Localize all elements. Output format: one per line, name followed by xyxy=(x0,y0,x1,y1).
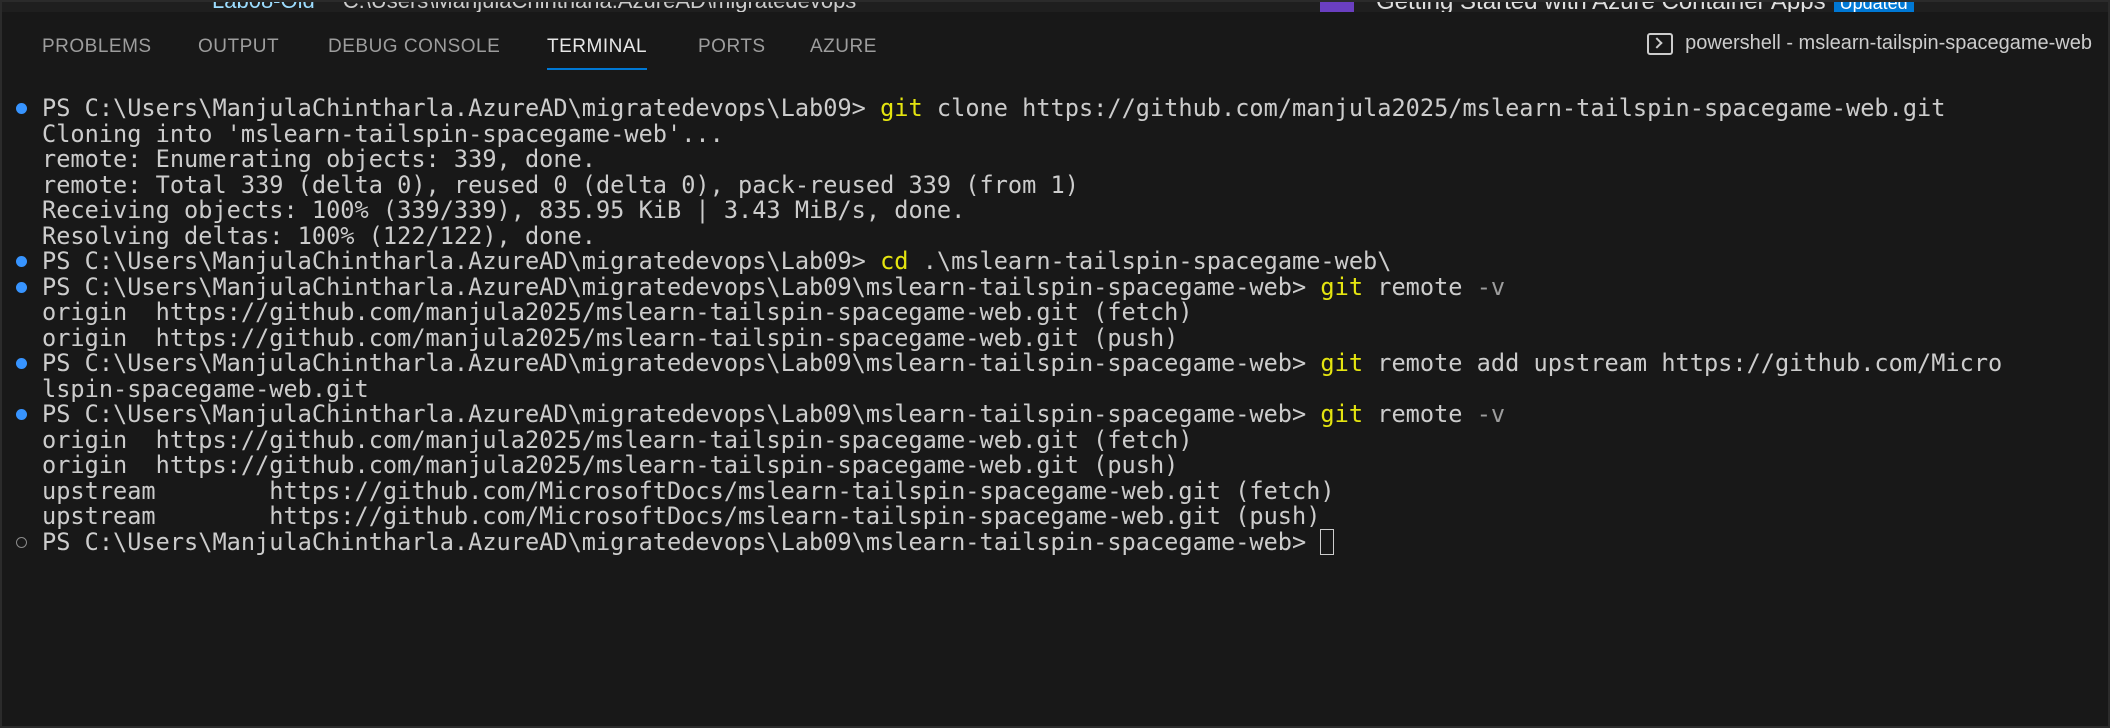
terminal-prompt-line: PS C:\Users\ManjulaChintharla.AzureAD\mi… xyxy=(2,94,2108,122)
command-flag: -v xyxy=(1476,272,1506,301)
terminal-output-line: origin https://github.com/manjula2025/ms… xyxy=(2,451,2108,479)
command-args: remote xyxy=(1363,272,1477,301)
terminal-output-line: remote: Enumerating objects: 339, done. xyxy=(2,145,2108,173)
panel-tab-bar: PROBLEMS OUTPUT DEBUG CONSOLE TERMINAL P… xyxy=(2,12,2108,96)
output-text: remote: Total 339 (delta 0), reused 0 (d… xyxy=(42,170,1079,199)
output-text: lspin-spacegame-web.git xyxy=(42,374,369,403)
vscode-panel-window: Lab08-Old C:\Users\ManjulaChintharla.Azur… xyxy=(0,0,2110,728)
tab-azure[interactable]: AZURE xyxy=(810,36,877,58)
output-text: origin https://github.com/manjula2025/ms… xyxy=(42,451,1179,479)
command-success-decoration-icon[interactable] xyxy=(16,358,27,369)
command-args: remote xyxy=(1363,400,1477,428)
terminal-output-line: origin https://github.com/manjula2025/ms… xyxy=(2,323,2108,352)
terminal-instance-selector[interactable]: powershell - mslearn-tailspin-spacegame-… xyxy=(1647,32,2092,55)
terminal-output-line: origin https://github.com/manjula2025/ms… xyxy=(2,298,2108,326)
terminal-prompt-line: PS C:\Users\ManjulaChintharla.AzureAD\mi… xyxy=(2,527,2108,556)
output-text: upstream https://github.com/MicrosoftDoc… xyxy=(42,502,1321,530)
prompt-text: PS C:\Users\ManjulaChintharla.AzureAD\mi… xyxy=(42,349,1321,377)
terminal-output-line: remote: Total 339 (delta 0), reused 0 (d… xyxy=(2,170,2108,199)
output-text: origin https://github.com/manjula2025/ms… xyxy=(42,425,1193,454)
tab-debug-console[interactable]: DEBUG CONSOLE xyxy=(328,36,500,58)
folder-path: C:\Users\ManjulaChintharla.AzureAD\migra… xyxy=(343,2,857,12)
prompt-text: PS C:\Users\ManjulaChintharla.AzureAD\mi… xyxy=(42,247,881,275)
tab-terminal[interactable]: TERMINAL xyxy=(547,36,648,70)
terminal-prompt-line: PS C:\Users\ManjulaChintharla.AzureAD\mi… xyxy=(2,400,2108,428)
terminal-prompt-line: PS C:\Users\ManjulaChintharla.AzureAD\mi… xyxy=(2,349,2108,377)
command-name: cd xyxy=(880,247,909,275)
command-pending-decoration-icon[interactable] xyxy=(16,536,27,548)
terminal-output-line: Resolving deltas: 100% (122/122), done. xyxy=(2,221,2108,250)
terminal-output[interactable]: PS C:\Users\ManjulaChintharla.AzureAD\mi… xyxy=(2,94,2108,726)
output-text: Cloning into 'mslearn-tailspin-spacegame… xyxy=(42,119,724,148)
tab-problems[interactable]: PROBLEMS xyxy=(42,36,152,58)
command-success-decoration-icon[interactable] xyxy=(16,409,27,420)
tab-output[interactable]: OUTPUT xyxy=(198,36,279,58)
terminal-output-line: origin https://github.com/manjula2025/ms… xyxy=(2,425,2108,454)
folder-name: Lab08-Old xyxy=(212,2,315,12)
prompt-text: PS C:\Users\ManjulaChintharla.AzureAD\mi… xyxy=(42,272,1321,301)
terminal-output-line: upstream https://github.com/MicrosoftDoc… xyxy=(2,502,2108,530)
terminal-output-line: Receiving objects: 100% (339/339), 835.9… xyxy=(2,196,2108,224)
terminal-output-line: upstream https://github.com/MicrosoftDoc… xyxy=(2,476,2108,505)
output-text: origin https://github.com/manjula2025/ms… xyxy=(42,323,1179,352)
explorer-row[interactable]: Lab08-Old C:\Users\ManjulaChintharla.Azur… xyxy=(212,2,856,12)
walkthrough-icon xyxy=(1320,2,1354,12)
terminal-title: powershell - mslearn-tailspin-spacegame-… xyxy=(1685,32,2092,54)
command-success-decoration-icon[interactable] xyxy=(16,256,27,267)
terminal-cursor[interactable] xyxy=(1320,528,1335,555)
output-text: remote: Enumerating objects: 339, done. xyxy=(42,145,596,173)
command-name: git xyxy=(1320,400,1364,428)
prompt-text: PS C:\Users\ManjulaChintharla.AzureAD\mi… xyxy=(42,527,1321,556)
command-args: remote add upstream https://github.com/M… xyxy=(1363,349,2003,377)
terminal-icon xyxy=(1647,32,1674,55)
walkthrough-item[interactable]: Getting Started with Azure Container App… xyxy=(1320,2,1914,12)
command-name: git xyxy=(880,94,923,122)
updated-badge: Updated xyxy=(1833,2,1914,12)
command-flag: -v xyxy=(1476,400,1506,428)
output-text: Receiving objects: 100% (339/339), 835.9… xyxy=(42,196,966,224)
prompt-text: PS C:\Users\ManjulaChintharla.AzureAD\mi… xyxy=(42,400,1321,428)
output-text: origin https://github.com/manjula2025/ms… xyxy=(42,298,1193,326)
command-success-decoration-icon[interactable] xyxy=(16,103,27,114)
command-name: git xyxy=(1320,349,1364,377)
command-args: .\mslearn-tailspin-spacegame-web\ xyxy=(908,247,1392,275)
command-success-decoration-icon[interactable] xyxy=(16,281,27,293)
output-text: upstream https://github.com/MicrosoftDoc… xyxy=(42,476,1335,505)
walkthrough-title: Getting Started with Azure Container App… xyxy=(1376,2,1826,12)
editor-top-strip: Lab08-Old C:\Users\ManjulaChintharla.Azur… xyxy=(2,2,2108,12)
terminal-output-line: lspin-spacegame-web.git xyxy=(2,374,2108,403)
command-args: clone https://github.com/manjula2025/msl… xyxy=(922,94,1946,122)
terminal-prompt-line: PS C:\Users\ManjulaChintharla.AzureAD\mi… xyxy=(2,272,2108,301)
output-text: Resolving deltas: 100% (122/122), done. xyxy=(42,221,596,250)
prompt-text: PS C:\Users\ManjulaChintharla.AzureAD\mi… xyxy=(42,94,881,122)
tab-ports[interactable]: PORTS xyxy=(698,36,766,58)
command-name: git xyxy=(1320,272,1364,301)
terminal-prompt-line: PS C:\Users\ManjulaChintharla.AzureAD\mi… xyxy=(2,247,2108,275)
terminal-output-line: Cloning into 'mslearn-tailspin-spacegame… xyxy=(2,119,2108,148)
